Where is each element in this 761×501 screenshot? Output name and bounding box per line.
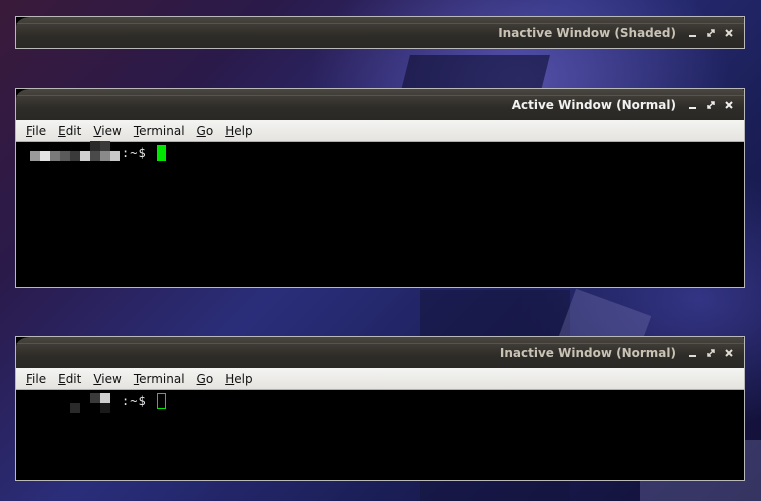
window-title: Inactive Window (Normal) (499, 345, 676, 360)
menu-label: Terminal (134, 124, 185, 138)
minimize-icon (689, 34, 696, 37)
window-title: Inactive Window (Shaded) (498, 25, 676, 40)
menu-help[interactable]: Help (219, 124, 258, 138)
menu-label: o (205, 371, 214, 386)
menu-go[interactable]: Go (191, 124, 220, 138)
menu-label: o (205, 123, 214, 138)
menu-terminal[interactable]: Terminal (128, 124, 191, 138)
minimize-button[interactable] (684, 344, 702, 362)
menu-label: dit (65, 371, 82, 386)
menu-label: ile (32, 123, 47, 138)
menu-mnemonic: E (58, 371, 66, 386)
titlebar-highlight (16, 343, 744, 344)
titlebar-highlight (16, 23, 744, 24)
menu-label: erminal (139, 371, 185, 386)
menu-label: ile (32, 371, 47, 386)
redacted-username (30, 141, 122, 161)
menu-edit[interactable]: Edit (52, 124, 87, 138)
terminal-cursor (156, 393, 166, 409)
maximize-button[interactable] (702, 96, 720, 114)
close-icon (725, 28, 733, 37)
terminal-cursor (156, 145, 166, 161)
menu-label: dit (65, 123, 82, 138)
window-title: Active Window (Normal) (511, 97, 676, 112)
desktop-background: Inactive Window (Shaded) Active Window (… (0, 0, 761, 501)
menu-view[interactable]: View (87, 124, 127, 138)
minimize-icon (689, 354, 696, 357)
close-button[interactable] (720, 344, 738, 362)
minimize-button[interactable] (684, 24, 702, 42)
window-titlebar[interactable]: Active Window (Normal) (16, 89, 744, 120)
menubar: File Edit View Terminal Go Help (16, 368, 744, 390)
menu-terminal[interactable]: Terminal (128, 372, 191, 386)
shaded-window[interactable]: Inactive Window (Shaded) (15, 16, 745, 49)
menu-label-rest: erminal (139, 123, 185, 138)
redacted-username (30, 393, 122, 413)
maximize-icon (707, 100, 715, 109)
menu-mnemonic: H (225, 371, 235, 386)
close-button[interactable] (720, 24, 738, 42)
maximize-icon (707, 28, 715, 37)
close-button[interactable] (720, 96, 738, 114)
minimize-icon (689, 106, 696, 109)
menu-view[interactable]: View (87, 372, 127, 386)
close-icon (725, 348, 733, 357)
menu-edit[interactable]: Edit (52, 372, 87, 386)
maximize-icon (707, 348, 715, 357)
menu-label: elp (234, 371, 253, 386)
menu-label: elp (234, 123, 253, 138)
menu-label: iew (101, 371, 122, 386)
prompt-text: :~$ (122, 394, 147, 408)
inactive-terminal-window[interactable]: Inactive Window (Normal) File Edit View … (15, 336, 745, 481)
terminal-area[interactable]: :~$ (16, 141, 744, 287)
close-icon (725, 100, 733, 109)
prompt-line: :~$ (30, 393, 166, 413)
prompt-line: :~$ (30, 141, 166, 161)
menu-go[interactable]: Go (191, 372, 220, 386)
menu-mnemonic: G (196, 123, 206, 138)
menu-mnemonic: E (58, 123, 66, 138)
minimize-button[interactable] (684, 96, 702, 114)
maximize-button[interactable] (702, 24, 720, 42)
menu-help[interactable]: Help (219, 372, 258, 386)
menu-file[interactable]: File (20, 124, 52, 138)
prompt-text: :~$ (122, 146, 147, 160)
window-titlebar[interactable]: Inactive Window (Shaded) (16, 17, 744, 48)
menu-mnemonic: H (225, 123, 235, 138)
menubar: File Edit View Terminal Go Help (16, 120, 744, 142)
window-titlebar[interactable]: Inactive Window (Normal) (16, 337, 744, 368)
maximize-button[interactable] (702, 344, 720, 362)
titlebar-highlight (16, 95, 744, 96)
menu-mnemonic: G (196, 371, 206, 386)
menu-file[interactable]: File (20, 372, 52, 386)
menu-label: iew (101, 123, 122, 138)
active-terminal-window[interactable]: Active Window (Normal) File Edit View Te… (15, 88, 745, 288)
terminal-area[interactable]: :~$ (16, 390, 744, 480)
